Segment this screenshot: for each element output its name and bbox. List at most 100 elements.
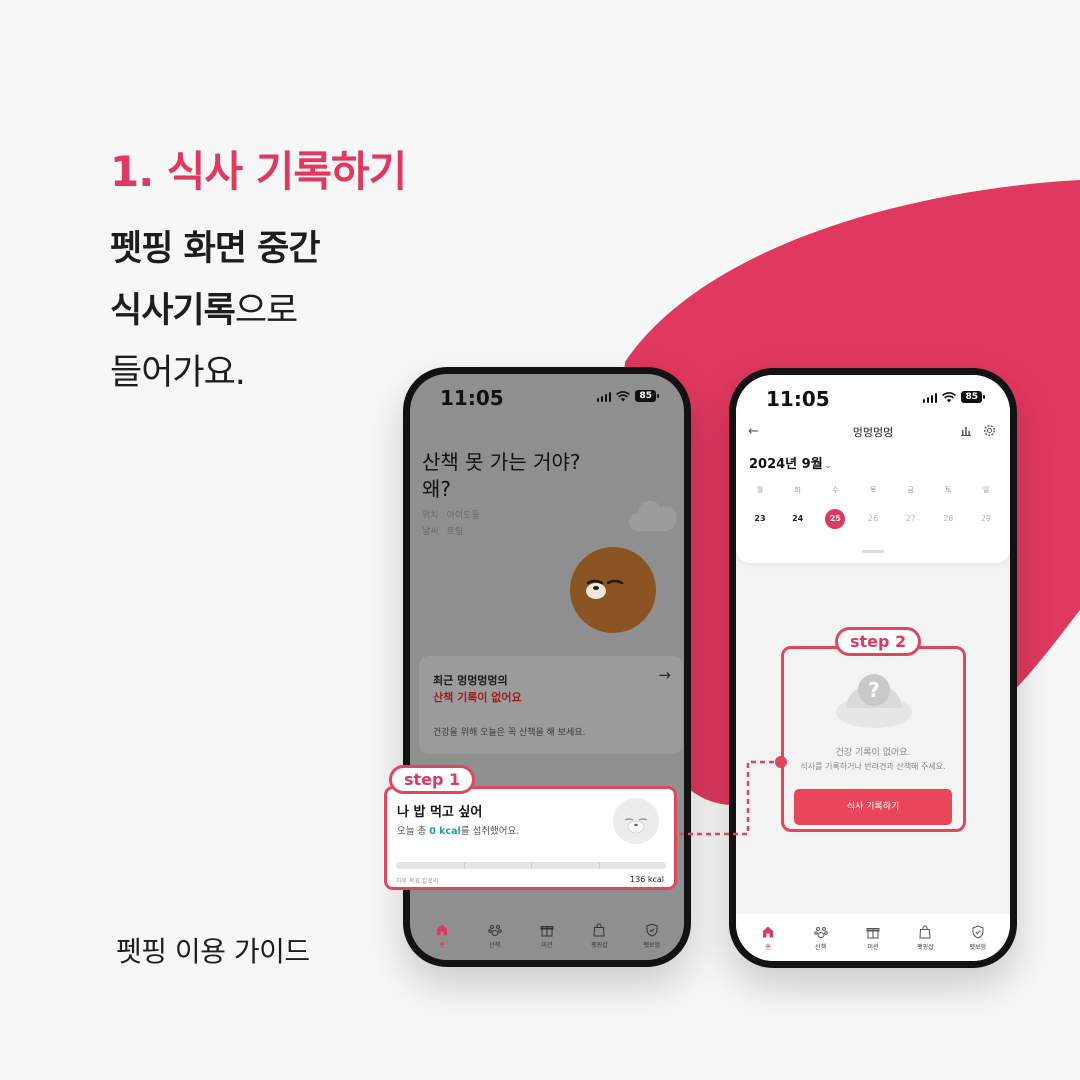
battery-icon: 85: [635, 390, 659, 402]
month-label: 2024년 9월: [749, 457, 823, 472]
empty-state-highlight: [781, 646, 966, 832]
paw-icon: [487, 925, 502, 936]
dog-avatar: [613, 798, 659, 844]
weekday-label: 월: [756, 486, 764, 494]
tab-mission[interactable]: 미션: [851, 925, 895, 951]
tab-label: 홈: [765, 943, 771, 951]
wifi-icon: [942, 391, 957, 402]
paw-icon: [813, 926, 828, 938]
guide-desc-rest: 으로: [234, 291, 298, 331]
calorie-progress-bar: [396, 862, 666, 869]
calorie-goal-value: 136 kcal: [630, 875, 664, 884]
date-row: 23 24 25 26 27 28 29: [748, 509, 998, 529]
gift-icon: [866, 927, 880, 938]
shield-icon: [646, 923, 658, 937]
tab-shop[interactable]: 펫핑샵: [903, 925, 947, 951]
gift-icon: [540, 926, 554, 937]
battery-icon: 85: [961, 391, 985, 403]
location-label: 위치: [422, 511, 439, 521]
recent-walk-subtitle: 건강을 위해 오늘은 꼭 산책을 해 보세요.: [433, 728, 586, 738]
month-selector[interactable]: 2024년 9월 ⌄: [749, 453, 831, 472]
bottom-tab-bar: 홈 산책 미션 펫핑샵 펫보험: [410, 912, 684, 960]
guide-title: 1. 식사 기록하기: [110, 147, 407, 196]
gear-icon[interactable]: [983, 424, 996, 437]
bar-chart-icon[interactable]: [960, 425, 972, 436]
progress-tick: [531, 862, 532, 869]
shopping-bag-icon: [919, 925, 931, 938]
tab-shop[interactable]: 펫핑샵: [577, 923, 621, 949]
recent-walk-card[interactable]: 최근 멍멍멍멍의 산책 기록이 없어요 건강을 위해 오늘은 꼭 산책을 해 보…: [419, 656, 683, 754]
tab-home[interactable]: 홈: [420, 923, 464, 949]
tab-mission[interactable]: 미션: [525, 923, 569, 949]
recent-walk-status: 산책 기록이 없어요: [433, 691, 522, 704]
guide-desc-bold: 식사기록: [110, 291, 236, 331]
meal-kcal-value: 0 kcal: [429, 826, 461, 837]
tab-walk[interactable]: 산책: [799, 925, 843, 951]
weekday-label: 토: [945, 486, 952, 494]
tab-insurance[interactable]: 펫보험: [630, 923, 674, 949]
status-time: 11:05: [766, 387, 830, 411]
bottom-tab-bar: 홈 산책 미션 펫핑샵 펫보험: [736, 913, 1010, 961]
signal-icon: [596, 391, 612, 402]
status-bar: 11:05 85: [736, 375, 1010, 425]
tab-label: 펫보험: [969, 943, 987, 951]
weather-value: 흐림: [446, 527, 464, 537]
step2-badge: step 2: [835, 627, 922, 656]
tab-label: 산책: [489, 942, 501, 949]
tab-label: 홈: [439, 942, 445, 949]
walk-headline: 산책 못 가는 거야? 왜?: [422, 450, 581, 501]
home-icon: [437, 924, 448, 936]
tab-insurance[interactable]: 펫보험: [956, 924, 1000, 951]
date-cell[interactable]: 28: [936, 509, 960, 529]
status-icons: 85: [922, 391, 985, 403]
guide-description: 펫핑 화면 중간 식사기록으로 들어가요.: [110, 218, 321, 404]
meal-card-highlight[interactable]: 나 밥 먹고 싶어 오늘 총 0 kcal를 섭취했어요. 하루 목표 칼로리 …: [384, 786, 677, 890]
dog-face-icon: [624, 818, 648, 834]
wifi-icon: [616, 390, 631, 401]
date-cell[interactable]: 27: [899, 509, 923, 529]
guide-desc-line1: 펫핑 화면 중간: [110, 229, 321, 269]
meal-sub-prefix: 오늘 총: [397, 826, 430, 837]
status-icons: 85: [596, 390, 659, 402]
arrow-right-icon[interactable]: →: [658, 666, 671, 684]
tab-label: 펫핑샵: [917, 943, 934, 951]
weather-label: 날씨: [422, 527, 439, 537]
tab-label: 펫보험: [643, 942, 661, 949]
tab-label: 미션: [867, 943, 879, 951]
walk-meta: 위치 아이도동 날씨 흐림: [422, 508, 488, 540]
status-time: 11:05: [440, 386, 504, 410]
guide-footer: 펫핑 이용 가이드: [116, 935, 310, 968]
sheet-handle[interactable]: [862, 550, 884, 553]
shopping-bag-icon: [593, 923, 605, 937]
step1-badge: step 1: [389, 765, 476, 794]
recent-walk-title: 최근 멍멍멍멍의: [433, 674, 508, 687]
chevron-down-icon: ⌄: [824, 461, 832, 470]
date-cell-today[interactable]: 25: [825, 509, 846, 529]
date-cell[interactable]: 24: [786, 509, 810, 529]
calendar-header: 11:05 85 ← 멍멍멍멍 2024년 9월⌄ 월 화 수 목 금 토 일: [736, 375, 1010, 563]
calorie-goal-label: 하루 목표 칼로리: [396, 878, 439, 885]
meal-card-title: 나 밥 먹고 싶어: [397, 805, 483, 820]
tab-home[interactable]: 홈: [746, 925, 790, 951]
guide-desc-line2: 식사기록으로: [110, 280, 320, 342]
weekday-label: 화: [794, 486, 801, 494]
tab-label: 산책: [815, 943, 827, 951]
weekday-label: 일: [982, 486, 990, 494]
weekday-label: 수: [832, 486, 839, 494]
tab-walk[interactable]: 산책: [473, 923, 517, 949]
date-cell[interactable]: 23: [748, 509, 772, 529]
location-value: 아이도동: [446, 511, 480, 521]
weekday-row: 월 화 수 목 금 토 일: [748, 485, 998, 495]
status-bar: 11:05 85: [410, 374, 684, 424]
dog-face-icon: [586, 579, 624, 599]
shield-icon: [972, 924, 984, 939]
date-cell[interactable]: 29: [974, 509, 998, 529]
dog-character: [570, 547, 656, 633]
tab-label: 미션: [541, 942, 553, 949]
date-cell[interactable]: 26: [861, 509, 885, 529]
weekday-label: 금: [907, 486, 914, 494]
meal-sub-suffix: 를 섭취했어요.: [460, 826, 520, 837]
tab-label: 펫핑샵: [591, 942, 608, 949]
home-icon: [763, 926, 774, 937]
cloud-icon: [629, 500, 677, 531]
